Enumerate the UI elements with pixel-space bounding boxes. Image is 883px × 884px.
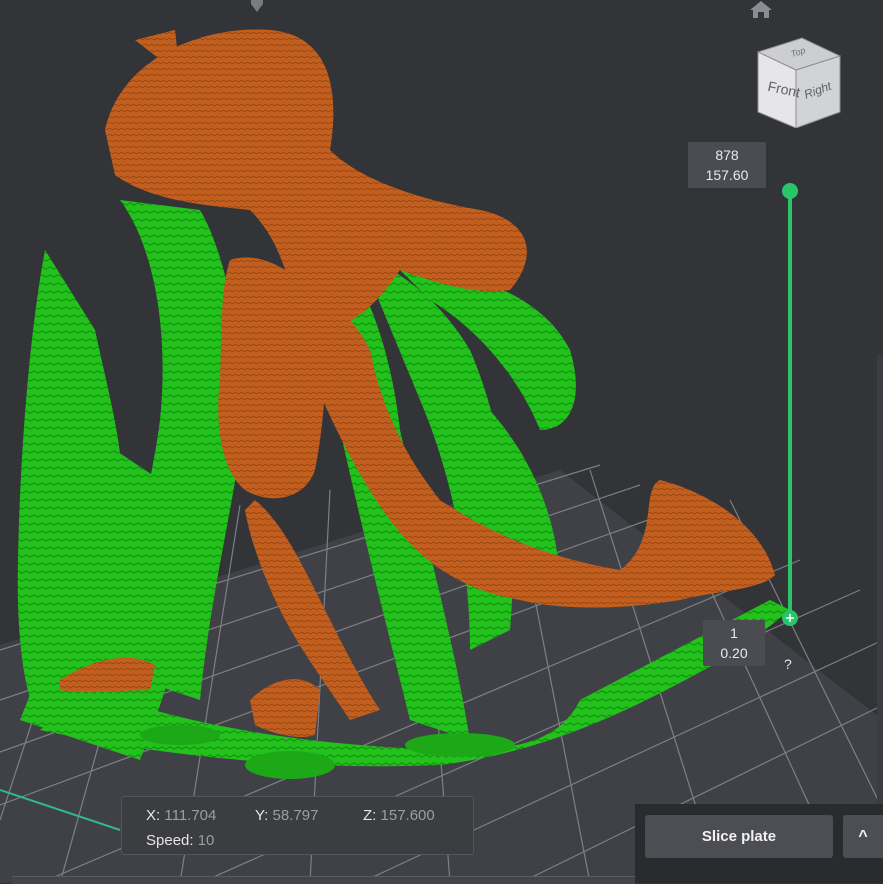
bottom-layer-height: 0.20 (720, 645, 748, 661)
z-coordinate: Z: 157.600 (363, 807, 435, 824)
y-label: Y: (255, 807, 269, 824)
layer-tooltip-top: 878 157.60 (688, 142, 766, 188)
top-layer-height: 157.60 (705, 167, 749, 183)
speed-value: 10 (197, 832, 215, 849)
bottom-layer-number: 1 (730, 625, 738, 641)
arrow-down-icon (251, 0, 263, 12)
speed-info: Speed: 10 (146, 832, 214, 849)
speed-label: Speed: (146, 832, 194, 849)
layer-tooltip-bottom: 1 0.20 (703, 620, 765, 666)
slice-plate-button[interactable]: Slice plate (645, 815, 833, 858)
layer-slider[interactable] (760, 130, 820, 650)
layer-slider-top-handle[interactable] (782, 183, 798, 199)
view-cube[interactable]: Top Front Right (752, 32, 848, 128)
x-coordinate: X: 111.704 (146, 807, 216, 824)
expand-button[interactable]: ^ (843, 815, 883, 858)
3d-viewport[interactable] (0, 0, 883, 883)
x-label: X: (146, 807, 161, 824)
x-value: 111.704 (164, 807, 217, 824)
home-icon[interactable] (749, 0, 773, 18)
position-info-panel: X: 111.704 Y: 58.797 Z: 157.600 Speed: 1… (121, 796, 474, 855)
help-icon[interactable]: ? (784, 656, 792, 672)
y-value: 58.797 (272, 807, 319, 824)
z-value: 157.600 (380, 807, 435, 824)
side-panel-edge (877, 355, 883, 815)
y-coordinate: Y: 58.797 (255, 807, 318, 824)
top-layer-number: 878 (715, 147, 739, 163)
z-label: Z: (363, 807, 377, 824)
